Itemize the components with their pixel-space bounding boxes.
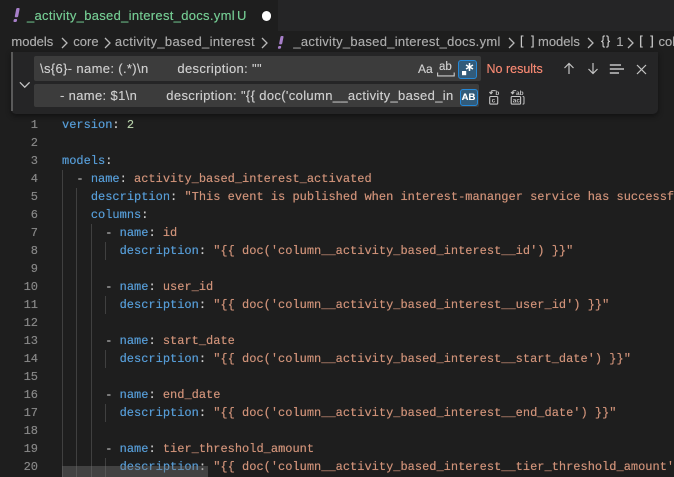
svg-text:ac: ac bbox=[512, 97, 520, 104]
svg-text:c: c bbox=[491, 97, 495, 104]
